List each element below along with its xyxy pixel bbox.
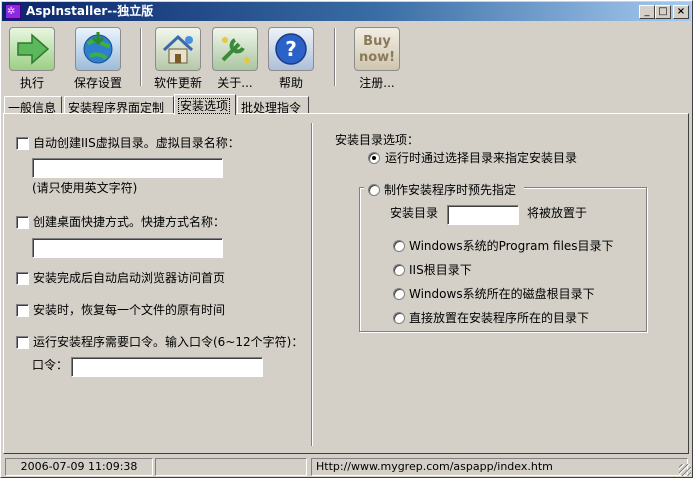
maximize-button[interactable]: □: [655, 5, 671, 19]
iis-vdir-checkbox[interactable]: [16, 137, 29, 150]
vdir-name-input[interactable]: [32, 158, 223, 178]
system-drive-root-radio[interactable]: [393, 288, 405, 300]
buy-now-icon: Buy now!: [354, 27, 400, 71]
tab-install-options[interactable]: 安装选项: [174, 94, 236, 115]
groupbox-caption: 制作安装程序时预先指定: [364, 182, 524, 198]
restore-time-label: 安装时，恢复每一个文件的原有时间: [33, 303, 226, 317]
iis-root-radio[interactable]: [393, 264, 405, 276]
iis-vdir-label: 自动创建IIS虚拟目录。虚拟目录名称：: [33, 136, 240, 150]
run-arrow-icon: [9, 27, 55, 71]
install-dir-options-header: 安装目录选项：: [335, 133, 420, 147]
tab-install-options-label: 安装选项: [178, 98, 231, 114]
toolbar-separator: [334, 28, 336, 86]
iis-root-label: IIS根目录下: [409, 263, 472, 277]
save-globe-icon: [75, 27, 121, 71]
desktop-shortcut-checkbox[interactable]: [16, 216, 29, 229]
toolbar: 执行 保存设置 软件更新 关于... ? 帮助 Buy now! 注册...: [4, 24, 689, 90]
window-title: AspInstaller--独立版: [26, 4, 154, 18]
runtime-select-radio[interactable]: [368, 152, 380, 164]
tab-strip: 一般信息 安装程序界面定制 安装选项 批处理指令: [4, 94, 689, 115]
software-update-button[interactable]: 软件更新: [150, 24, 206, 90]
english-only-hint: (请只使用英文字符): [32, 181, 138, 195]
status-middle: [155, 458, 307, 476]
status-url: Http://www.mygrep.com/aspapp/index.htm: [311, 458, 688, 476]
help-label: 帮助: [278, 76, 303, 90]
resize-grip[interactable]: [679, 464, 691, 476]
register-label: 注册...: [359, 76, 395, 90]
save-settings-button[interactable]: 保存设置: [68, 24, 128, 90]
buy-text: Buy: [363, 34, 391, 49]
run-button[interactable]: 执行: [8, 24, 56, 90]
require-password-checkbox[interactable]: [16, 336, 29, 349]
status-bar: 2006-07-09 11:09:38 Http://www.mygrep.co…: [3, 458, 690, 476]
password-input[interactable]: [71, 357, 263, 377]
register-button[interactable]: Buy now! 注册...: [350, 24, 404, 90]
svg-text:?: ?: [285, 37, 297, 61]
launch-browser-checkbox[interactable]: [16, 272, 29, 285]
runtime-select-label: 运行时通过选择目录来指定安装目录: [385, 151, 578, 165]
preset-label: 制作安装程序时预先指定: [384, 183, 517, 197]
status-datetime: 2006-07-09 11:09:38: [5, 458, 153, 476]
system-drive-root-label: Windows系统所在的磁盘根目录下: [409, 287, 595, 301]
title-bar[interactable]: ✲ AspInstaller--独立版 _ □ ×: [2, 2, 691, 21]
install-dir-input[interactable]: [447, 205, 519, 225]
installer-dir-radio[interactable]: [393, 312, 405, 324]
software-update-label: 软件更新: [153, 76, 202, 90]
about-tool-icon: [212, 27, 258, 71]
minimize-button[interactable]: _: [639, 5, 655, 19]
about-button[interactable]: 关于...: [210, 24, 260, 90]
restore-time-checkbox[interactable]: [16, 304, 29, 317]
require-password-label: 运行安装程序需要口令。输入口令(6~12个字符)：: [33, 335, 304, 349]
tab-general[interactable]: 一般信息: [4, 96, 62, 115]
now-text: now!: [358, 50, 396, 65]
tab-batch-commands[interactable]: 批处理指令: [237, 96, 309, 115]
help-button[interactable]: ? 帮助: [266, 24, 316, 90]
password-label: 口令：: [32, 358, 69, 372]
about-label: 关于...: [217, 76, 253, 90]
installer-dir-label: 直接放置在安装程序所在的目录下: [409, 311, 590, 325]
program-files-radio[interactable]: [393, 240, 405, 252]
close-button[interactable]: ×: [673, 5, 689, 19]
launch-browser-label: 安装完成后自动启动浏览器访问首页: [33, 271, 226, 285]
shortcut-name-input[interactable]: [32, 238, 223, 258]
install-dir-label: 安装目录: [390, 206, 439, 220]
placed-at-label: 将被放置于: [527, 206, 588, 220]
toolbar-separator: [140, 28, 142, 86]
program-files-label: Windows系统的Program files目录下: [409, 239, 614, 253]
help-icon: ?: [268, 27, 314, 71]
column-divider: [311, 123, 313, 446]
preset-radio[interactable]: [368, 184, 380, 196]
tab-ui-customize[interactable]: 安装程序界面定制: [64, 96, 174, 115]
app-icon[interactable]: ✲: [5, 4, 21, 19]
home-update-icon: [155, 27, 201, 71]
desktop-shortcut-label: 创建桌面快捷方式。快捷方式名称：: [33, 215, 226, 229]
run-label: 执行: [19, 76, 44, 90]
save-settings-label: 保存设置: [73, 76, 122, 90]
